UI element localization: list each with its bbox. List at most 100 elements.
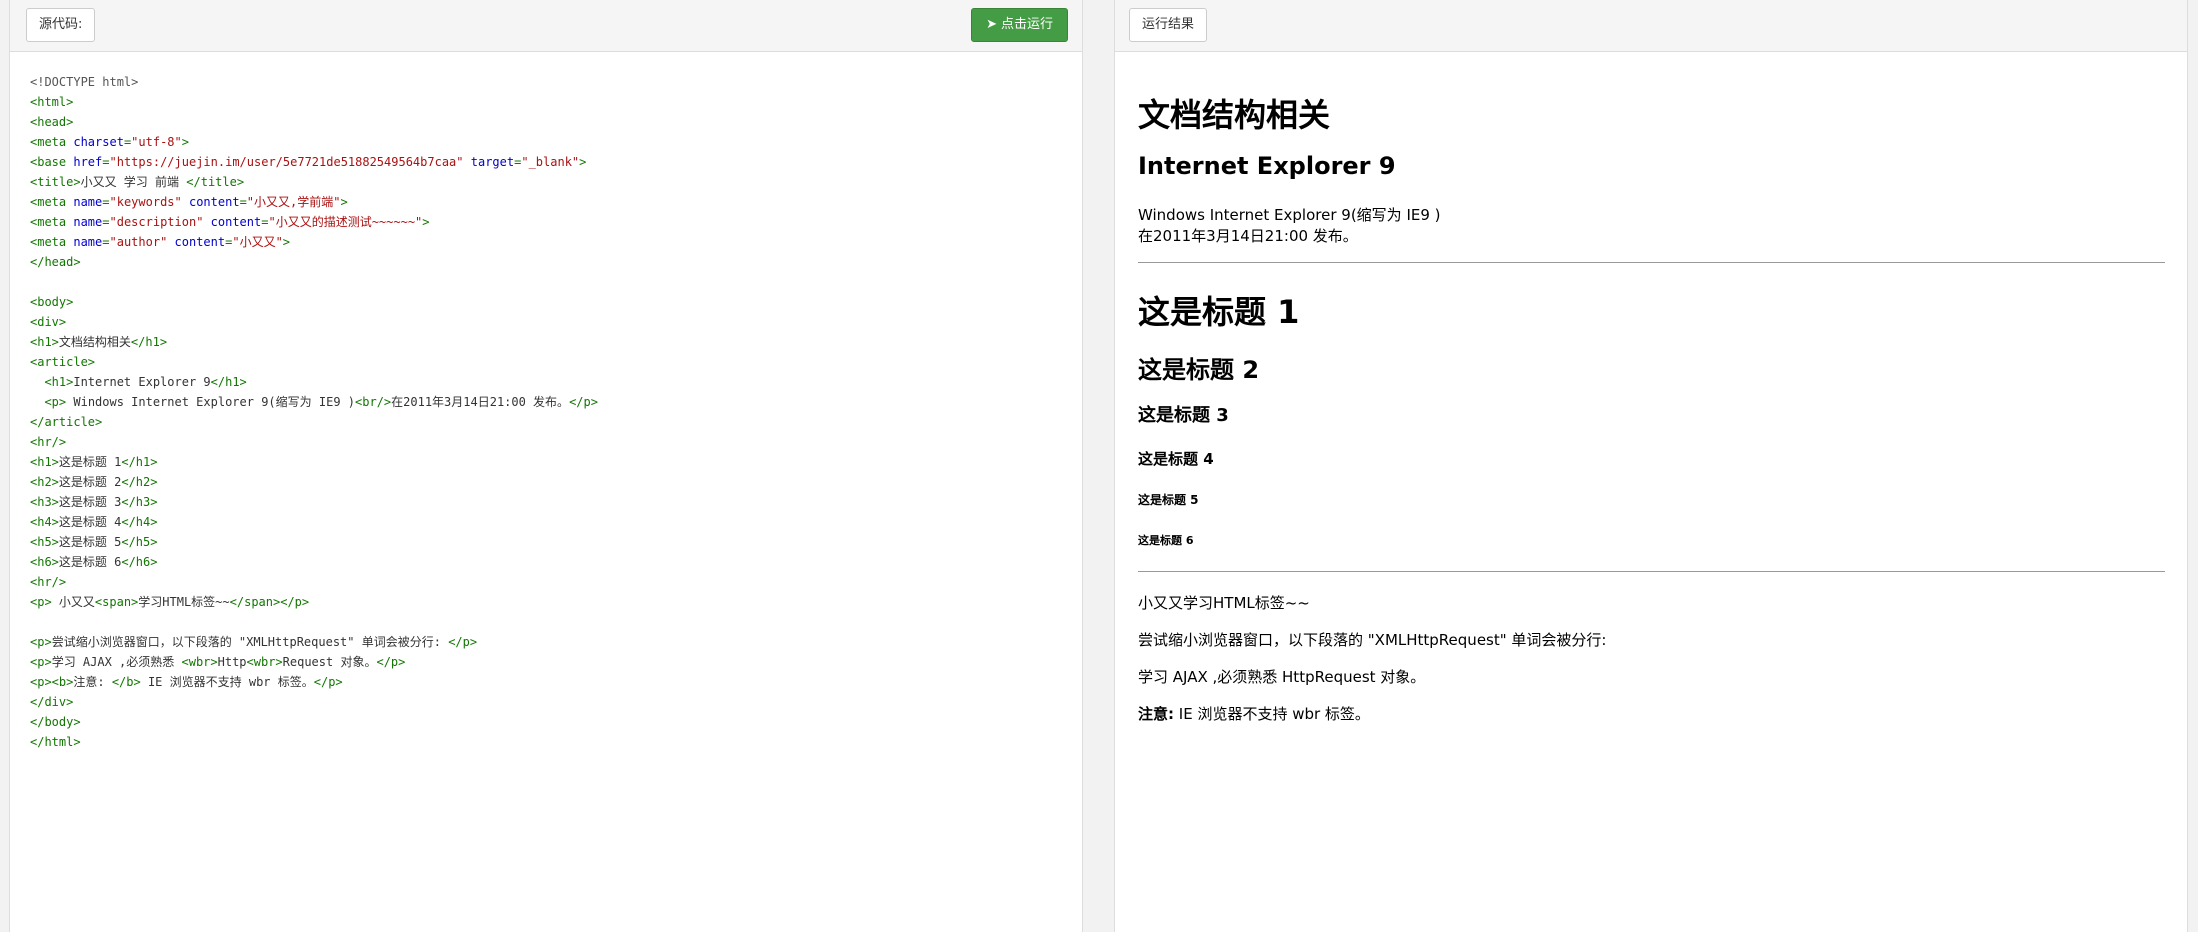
code-token: = xyxy=(102,235,110,249)
code-token: <title> xyxy=(30,175,81,189)
code-line: <h1>Internet Explorer 9</h1> xyxy=(30,372,1072,392)
code-token: <html> xyxy=(30,95,74,109)
horizontal-rule xyxy=(1138,571,2165,572)
code-token: <h1> xyxy=(30,455,59,469)
code-token: 尝试缩小浏览器窗口，以下段落的 "XMLHttpRequest" 单词会被分行: xyxy=(51,635,449,649)
run-button-label: 点击运行 xyxy=(1000,17,1053,32)
code-token: 学习 AJAX ,必须熟悉 xyxy=(51,655,182,669)
result-panel: 运行结果 文档结构相关 Internet Explorer 9 Windows … xyxy=(1114,0,2188,932)
code-line: <meta name="description" content="小又又的描述… xyxy=(30,212,1072,232)
code-line: <h5>这是标题 5</h5> xyxy=(30,532,1072,552)
code-line: </head> xyxy=(30,252,1072,272)
code-line: <base href="https://juejin.im/user/5e772… xyxy=(30,152,1072,172)
code-token: content xyxy=(174,235,226,249)
run-result-label-button[interactable]: 运行结果 xyxy=(1129,8,1208,42)
code-token: charset xyxy=(73,135,124,149)
source-code-label-button[interactable]: 源代码: xyxy=(26,8,96,42)
code-line: <h3>这是标题 3</h3> xyxy=(30,492,1072,512)
code-token: </article> xyxy=(30,415,103,429)
code-token: target xyxy=(470,155,515,169)
code-token: "utf-8" xyxy=(131,135,182,149)
code-line: <meta charset="utf-8"> xyxy=(30,132,1072,152)
code-token: name xyxy=(73,235,103,249)
code-token: <p> xyxy=(30,655,52,669)
code-token: "小又又" xyxy=(232,235,283,249)
code-token: </h3> xyxy=(121,495,158,509)
code-token: name xyxy=(73,195,103,209)
code-line: <body> xyxy=(30,292,1072,312)
preview-heading-1: 这是标题 1 xyxy=(1138,293,1300,331)
code-token: <h5> xyxy=(30,535,59,549)
code-token: </h6> xyxy=(121,555,158,569)
code-token: "小又又,学前端" xyxy=(246,195,341,209)
code-line: <p>尝试缩小浏览器窗口，以下段落的 "XMLHttpRequest" 单词会被… xyxy=(30,632,1072,652)
code-token: </head> xyxy=(30,255,81,269)
preview-note-label: 注意: xyxy=(1138,705,1174,723)
code-line: </html> xyxy=(30,732,1072,752)
preview-heading-5: 这是标题 5 xyxy=(1138,493,1199,507)
code-line: <p><b>注意: </b> IE 浏览器不支持 wbr 标签。</p> xyxy=(30,672,1072,692)
code-line: <div> xyxy=(30,312,1072,332)
code-token: <head> xyxy=(30,115,74,129)
code-token: <br/> xyxy=(355,395,392,409)
code-token: "author" xyxy=(109,235,168,249)
code-line: <hr/> xyxy=(30,572,1072,592)
code-token: 这是标题 6 xyxy=(58,555,122,569)
send-icon: ➤ xyxy=(986,17,997,32)
code-token: 这是标题 5 xyxy=(58,535,122,549)
code-editor[interactable]: <!DOCTYPE html> <html> <head> <meta charset… xyxy=(30,72,1072,752)
code-token: = xyxy=(239,195,247,209)
result-panel-header: 运行结果 xyxy=(1115,0,2187,52)
preview-heading-3: 这是标题 3 xyxy=(1138,405,1229,426)
code-token: Windows Internet Explorer 9(缩写为 IE9 ) xyxy=(66,395,356,409)
code-token: <hr/> xyxy=(30,575,67,589)
code-line: <hr/> xyxy=(30,432,1072,452)
code-token: </html> xyxy=(30,735,81,749)
code-token: </p> xyxy=(376,655,406,669)
code-token: <meta xyxy=(30,195,74,209)
code-token: <meta xyxy=(30,215,74,229)
code-line: <title>小又又 学习 前端 </title> xyxy=(30,172,1072,192)
run-button[interactable]: ➤ 点击运行 xyxy=(971,8,1068,42)
code-line: <html> xyxy=(30,92,1072,112)
code-token: <wbr> xyxy=(181,655,218,669)
code-token: > xyxy=(422,215,430,229)
code-token: <meta xyxy=(30,135,74,149)
code-token: = xyxy=(102,155,110,169)
code-line: <p> Windows Internet Explorer 9(缩写为 IE9 … xyxy=(30,392,1072,412)
code-token: <p> xyxy=(30,635,52,649)
preview-wbr-paragraph: 学习 AJAX ,必须熟悉 HttpRequest 对象。 xyxy=(1138,668,1426,686)
code-token: 这是标题 4 xyxy=(58,515,122,529)
code-token: <h6> xyxy=(30,555,59,569)
code-token: <h4> xyxy=(30,515,59,529)
preview-note-paragraph: 注意: IE 浏览器不支持 wbr 标签。 xyxy=(1138,703,1370,724)
code-token: </p> xyxy=(569,395,598,409)
code-token: 这是标题 1 xyxy=(58,455,122,469)
source-panel-header: 源代码: ➤ 点击运行 xyxy=(10,0,1082,52)
code-token: </div> xyxy=(30,695,74,709)
code-token: <base xyxy=(30,155,74,169)
code-token: 这是标题 3 xyxy=(58,495,122,509)
code-token: > xyxy=(282,235,291,249)
code-token: 小又又 xyxy=(51,595,95,609)
code-token: </p> xyxy=(448,635,478,649)
code-token: </h1> xyxy=(210,375,247,389)
horizontal-rule xyxy=(1138,262,2165,263)
preview-article-line1: Windows Internet Explorer 9(缩写为 IE9 ) xyxy=(1138,206,1441,224)
preview-article-line2: 在2011年3月14日21:00 发布。 xyxy=(1138,227,1358,245)
code-line: </body> xyxy=(30,712,1072,732)
code-token: "keywords" xyxy=(109,195,182,209)
code-token: = xyxy=(102,195,110,209)
code-token: 这是标题 2 xyxy=(58,475,122,489)
code-token: 在2011年3月14日21:00 发布。 xyxy=(391,395,570,409)
preview-note-text: IE 浏览器不支持 wbr 标签。 xyxy=(1174,705,1370,723)
code-token: <!DOCTYPE html> xyxy=(30,75,139,89)
preview-heading-4: 这是标题 4 xyxy=(1138,450,1214,468)
